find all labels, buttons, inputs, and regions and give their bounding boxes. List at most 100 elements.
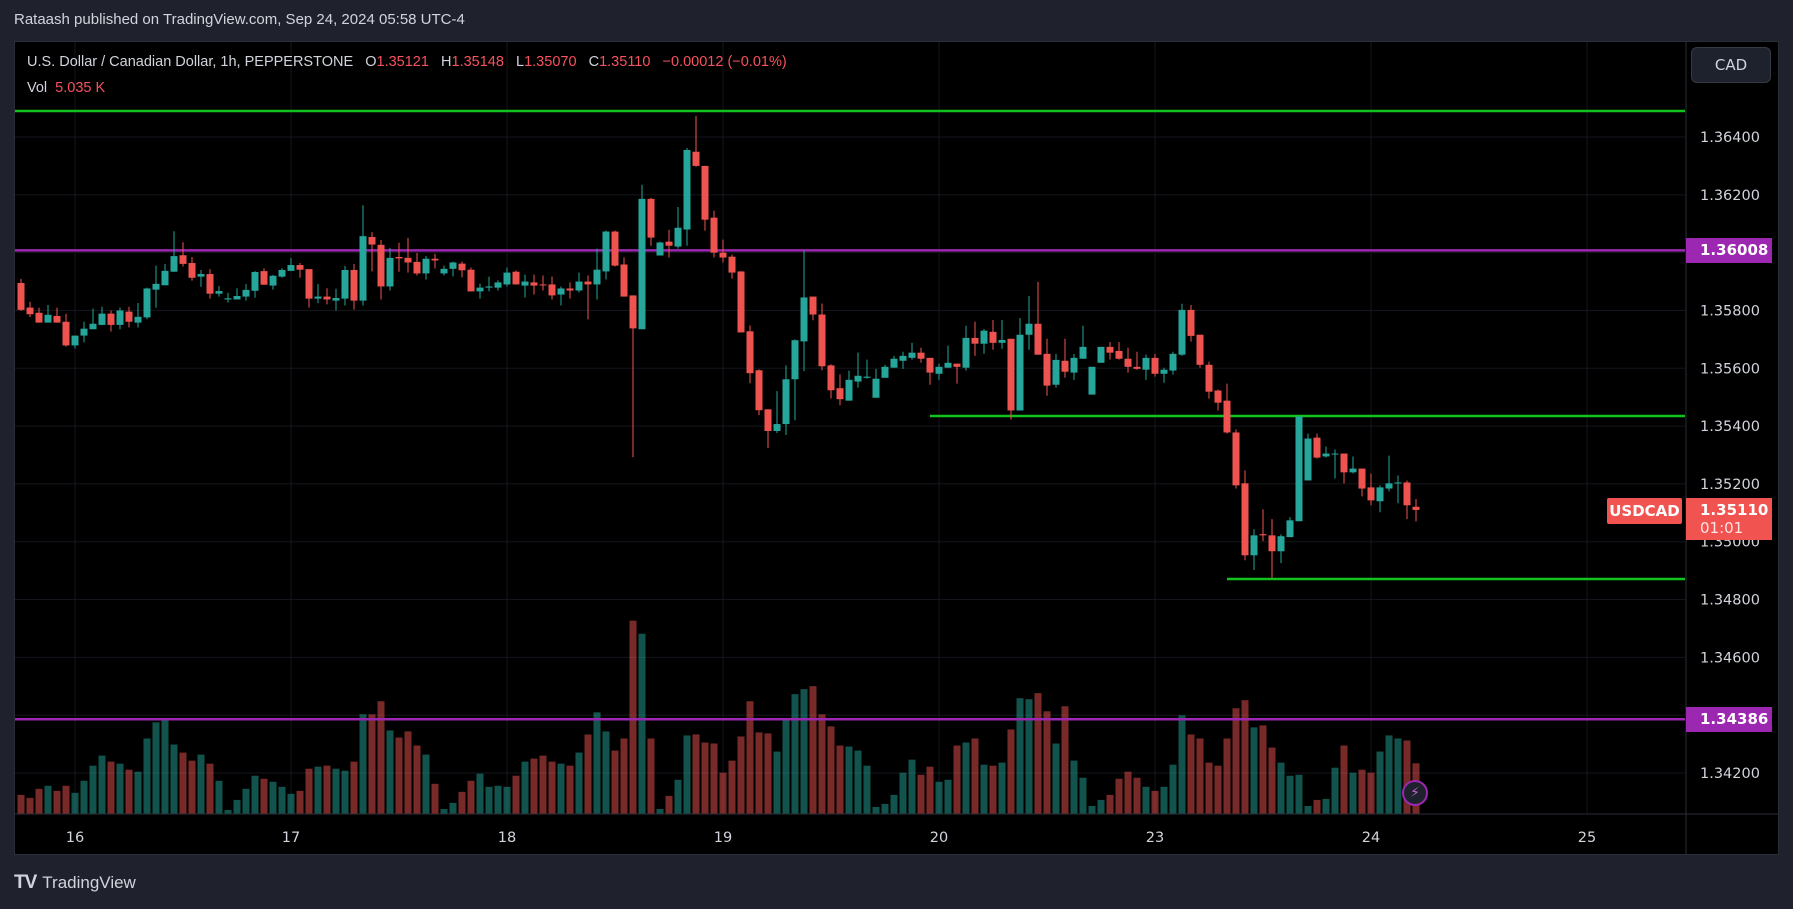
bar-countdown: 01:01 [1700,519,1744,537]
candle [755,369,763,416]
volume-bar [1187,734,1195,814]
volume-bar [899,772,907,814]
candle-body [1268,535,1276,552]
close-value: 1.35110 [599,54,651,70]
last-price-box: 1.35110 01:01 [1686,498,1772,540]
candle-body [1277,536,1285,552]
candle [1160,367,1168,383]
volume-bar [935,781,943,814]
volume-bar [971,738,979,814]
candle-body [809,296,817,315]
candle [359,205,367,306]
candle [179,242,187,267]
lightning-icon[interactable]: ⚡︎ [1402,780,1428,806]
candle-body [440,268,448,274]
volume-bar [1169,764,1177,814]
candle [1403,480,1411,520]
candle [422,255,430,280]
volume-bar [278,786,286,814]
volume-bar [773,751,781,814]
volume-bar [368,714,376,814]
candle [242,284,250,301]
volume-bar [71,792,79,814]
volume-bar [1133,777,1141,814]
volume-bar [620,738,628,814]
candle-body [1259,534,1267,536]
candle-body [233,295,241,300]
candle-body [1223,400,1231,433]
volume-bar [1295,774,1303,814]
candle-body [26,307,34,315]
candle [1412,498,1420,522]
volume-bar [1259,725,1267,814]
candle-body [215,291,223,294]
volume-bar [1205,762,1213,814]
candle [899,351,907,369]
volume-bar [98,755,106,814]
candle-body [1412,506,1420,510]
candle-body [1196,334,1204,365]
volume-bar [1322,798,1330,814]
candle [773,391,781,434]
volume-bar [152,722,160,814]
candle [206,269,214,299]
tradingview-logo[interactable]: TV TradingView [14,872,136,894]
candle-body [818,314,826,367]
price-chart[interactable]: 1.364001.362001.360001.358001.356001.354… [0,0,1793,909]
volume-bar [53,790,61,814]
candle [287,258,295,271]
candle [989,319,997,350]
candle [80,321,88,343]
volume-bar [593,712,601,814]
volume-bar [566,765,574,814]
volume-bar [512,775,520,814]
candle [854,352,862,388]
candle [1385,455,1393,492]
candle-body [386,257,394,287]
volume-bar [1268,747,1276,814]
volume-bar [215,780,223,814]
volume-bar [1025,699,1033,814]
volume-bar [1079,777,1087,814]
level-badge-upper: 1.36008 [1686,238,1772,263]
candle-body [593,269,601,285]
candle [1115,341,1123,360]
time-tick-label: 17 [282,830,300,846]
candle [674,206,682,249]
volume-bar [575,752,583,814]
candle-body [332,298,340,301]
last-price: 1.35110 [1700,501,1769,519]
candle [1277,534,1285,564]
volume-bar [557,763,565,814]
price-axis: 1.364001.362001.360001.358001.356001.354… [1700,130,1760,782]
candle-body [467,269,475,292]
volume-bar [908,759,916,814]
candle [1106,341,1114,360]
candle-body [1025,323,1033,335]
candle-body [629,295,637,329]
price-tick-label: 1.36200 [1700,188,1760,204]
candle [1016,317,1024,411]
candle [440,265,448,276]
candle [368,232,376,272]
currency-button[interactable]: CAD [1691,47,1771,83]
candle-body [359,236,367,301]
candle-body [404,257,412,263]
candle [143,287,151,320]
volume-bar [287,793,295,814]
volume-bar [242,788,250,814]
volume-bar [548,761,556,814]
candle-body [917,352,925,359]
candle-body [1394,482,1402,484]
close-label: C [588,54,600,70]
price-tick-label: 1.35200 [1700,477,1760,493]
open-label: O [365,54,377,70]
candle-body [476,287,484,292]
candle-body [944,362,952,368]
tradingview-logo-icon: TV [14,872,37,893]
volume-bar [422,754,430,814]
volume-bar [539,755,547,814]
candle [395,242,403,272]
candle [764,409,772,449]
candle-body [305,269,313,299]
